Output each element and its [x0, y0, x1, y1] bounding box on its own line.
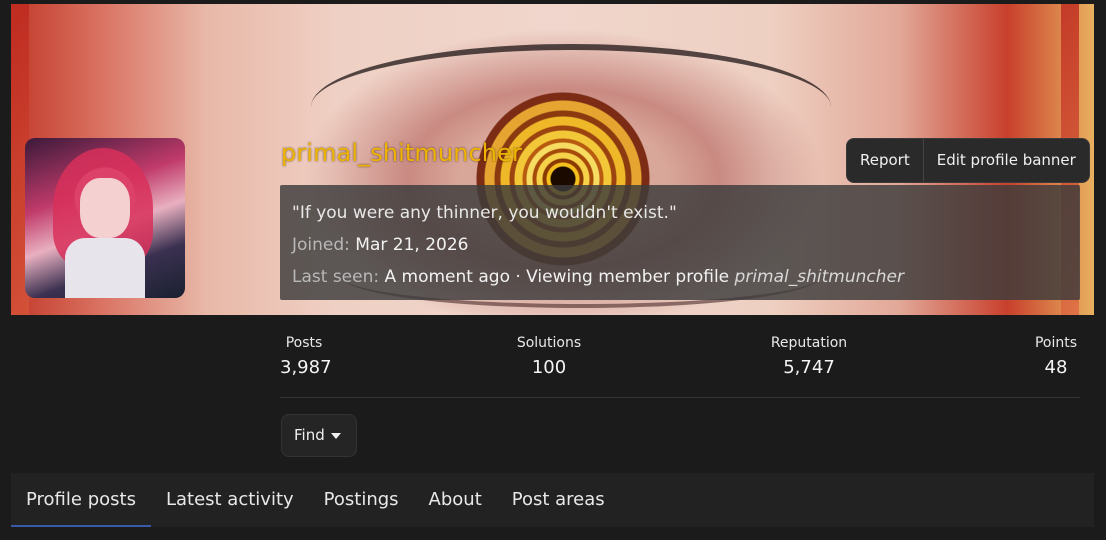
last-seen-value: A moment ago · Viewing member profile [384, 267, 730, 287]
member-stats: Posts 3,987 Solutions 100 Reputation 5,7… [280, 333, 1080, 383]
joined-date: Mar 21, 2026 [355, 235, 469, 255]
stat-label: Reputation [770, 335, 848, 351]
last-seen-row: Last seen: A moment ago · Viewing member… [292, 263, 1068, 295]
avatar[interactable] [25, 138, 185, 298]
stat-value: 3,987 [280, 357, 332, 378]
stat-value: 48 [1044, 357, 1068, 378]
stat-points[interactable]: Points 48 [1032, 333, 1080, 383]
tab-profile-posts[interactable]: Profile posts [11, 473, 151, 527]
stat-label: Points [1034, 335, 1078, 351]
stat-value: 5,747 [783, 357, 835, 378]
status-quote: "If you were any thinner, you wouldn't e… [292, 203, 677, 223]
stat-label: Solutions [516, 335, 582, 351]
last-seen-label: Last seen: [292, 267, 380, 287]
username[interactable]: primal_shitmuncher [281, 139, 522, 167]
caret-down-icon [330, 432, 341, 439]
find-menu-button[interactable]: Find [281, 414, 357, 457]
tab-post-areas[interactable]: Post areas [497, 473, 620, 527]
stat-posts[interactable]: Posts 3,987 [280, 333, 332, 383]
stat-label: Posts [285, 335, 323, 351]
find-label: Find [294, 426, 325, 444]
tab-about[interactable]: About [414, 473, 497, 527]
joined-row: Joined: Mar 21, 2026 [292, 231, 1068, 263]
stat-solutions[interactable]: Solutions 100 [506, 333, 592, 383]
stat-reputation[interactable]: Reputation 5,747 [764, 333, 854, 383]
profile-tabs: Profile posts Latest activity Postings A… [11, 473, 1094, 527]
edit-profile-banner-button[interactable]: Edit profile banner [924, 139, 1089, 182]
joined-label: Joined: [292, 235, 350, 255]
banner-actions: Report Edit profile banner [846, 138, 1090, 183]
report-button[interactable]: Report [847, 139, 923, 182]
stat-value: 100 [531, 357, 567, 378]
tab-latest-activity[interactable]: Latest activity [151, 473, 309, 527]
last-seen-target-link[interactable]: primal_shitmuncher [735, 267, 904, 287]
divider [280, 397, 1080, 398]
member-info-box: "If you were any thinner, you wouldn't e… [280, 185, 1080, 300]
tab-postings[interactable]: Postings [309, 473, 414, 527]
